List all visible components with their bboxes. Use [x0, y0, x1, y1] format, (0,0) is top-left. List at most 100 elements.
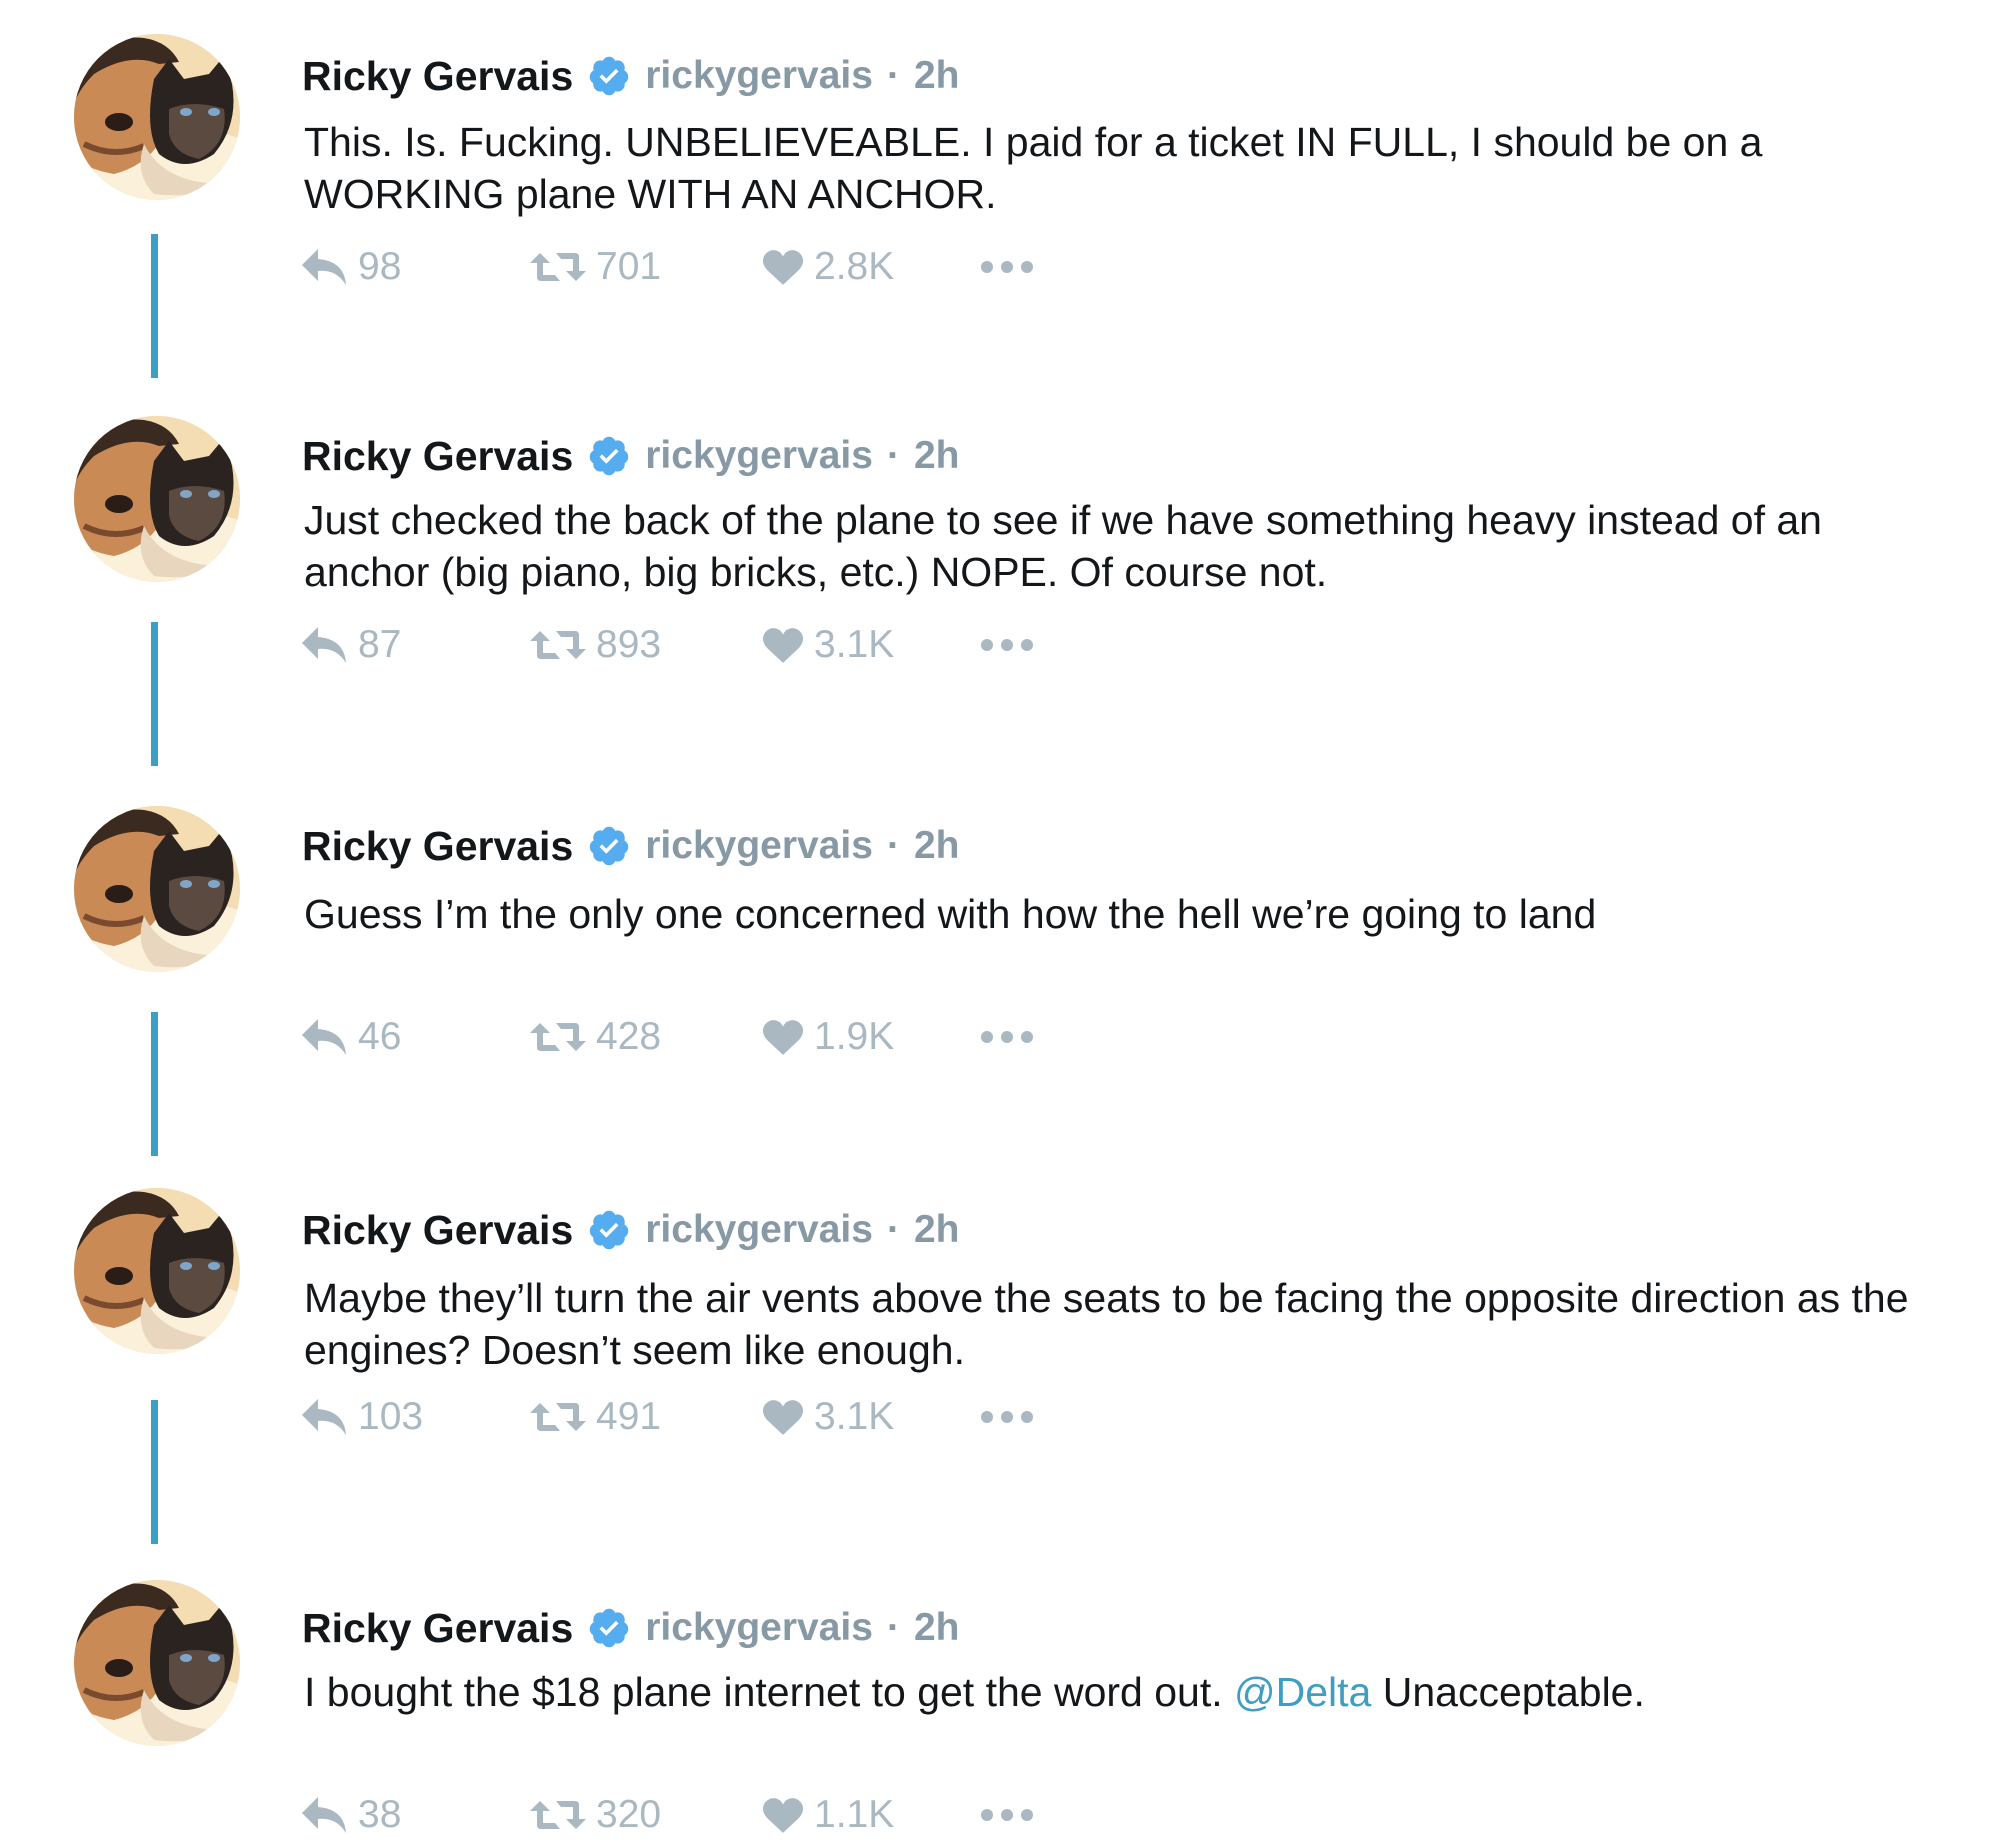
username[interactable]: rickygervais	[645, 54, 873, 98]
tweet-header: Ricky Gervais rickygervais · 2h	[302, 428, 959, 484]
tweet-text-part: Unacceptable.	[1371, 1669, 1645, 1715]
separator: ·	[886, 824, 900, 867]
reply-button[interactable]: 38	[300, 1790, 401, 1840]
display-name[interactable]: Ricky Gervais	[302, 433, 573, 480]
avatar[interactable]	[74, 806, 240, 972]
reply-icon	[300, 1397, 348, 1437]
username[interactable]: rickygervais	[645, 824, 873, 868]
username[interactable]: rickygervais	[645, 434, 873, 478]
reply-button[interactable]: 87	[300, 620, 401, 670]
more-button[interactable]	[980, 1790, 1034, 1840]
display-name[interactable]: Ricky Gervais	[302, 53, 573, 100]
display-name[interactable]: Ricky Gervais	[302, 1605, 573, 1652]
timestamp[interactable]: 2h	[914, 824, 960, 868]
heart-icon	[762, 626, 804, 664]
tweet-text: Guess I’m the only one concerned with ho…	[304, 891, 1597, 937]
separator: ·	[886, 1208, 900, 1251]
retweet-count: 893	[596, 623, 662, 666]
username[interactable]: rickygervais	[645, 1208, 873, 1252]
like-count: 3.1K	[814, 623, 895, 666]
timestamp[interactable]: 2h	[914, 434, 960, 478]
reply-button[interactable]: 46	[300, 1012, 401, 1062]
more-icon	[980, 1410, 1034, 1424]
timestamp[interactable]: 2h	[914, 54, 960, 98]
tweet-text: This. Is. Fucking. UNBELIEVEABLE. I paid…	[304, 119, 1763, 217]
action-bar: 98 701 2.8K	[300, 242, 1100, 292]
reply-count: 103	[358, 1395, 424, 1438]
tweet-text: Just checked the back of the plane to se…	[304, 497, 1822, 595]
retweet-icon	[530, 1019, 586, 1055]
thread-line	[151, 1400, 158, 1544]
retweet-icon	[530, 627, 586, 663]
verified-badge-icon	[587, 824, 631, 868]
heart-icon	[762, 1796, 804, 1834]
timestamp[interactable]: 2h	[914, 1606, 960, 1650]
heart-icon	[762, 1018, 804, 1056]
action-bar: 87 893 3.1K	[300, 620, 1100, 670]
thread-line	[151, 234, 158, 378]
more-icon	[980, 638, 1034, 652]
mention-link[interactable]: @Delta	[1234, 1669, 1371, 1715]
like-button[interactable]: 3.1K	[762, 1392, 894, 1442]
avatar[interactable]	[74, 416, 240, 582]
like-count: 1.9K	[814, 1015, 895, 1058]
like-count: 1.1K	[814, 1793, 895, 1836]
avatar[interactable]	[74, 1580, 240, 1746]
reply-count: 98	[358, 245, 402, 288]
more-icon	[980, 1808, 1034, 1822]
retweet-count: 320	[596, 1793, 662, 1836]
reply-icon	[300, 1017, 348, 1057]
tweet-header: Ricky Gervais rickygervais · 2h	[302, 1600, 959, 1656]
retweet-icon	[530, 1399, 586, 1435]
tweet-text-part: I bought the $18 plane internet to get t…	[304, 1669, 1235, 1715]
reply-icon	[300, 625, 348, 665]
action-bar: 38 320 1.1K	[300, 1790, 1100, 1840]
verified-badge-icon	[587, 434, 631, 478]
retweet-count: 701	[596, 245, 662, 288]
more-icon	[980, 1030, 1034, 1044]
tweet-text: Maybe they’ll turn the air vents above t…	[304, 1275, 1909, 1373]
verified-badge-icon	[587, 1606, 631, 1650]
more-button[interactable]	[980, 1392, 1034, 1442]
like-count: 3.1K	[814, 1395, 895, 1438]
retweet-button[interactable]: 428	[530, 1012, 661, 1062]
reply-icon	[300, 247, 348, 287]
like-count: 2.8K	[814, 245, 895, 288]
reply-button[interactable]: 103	[300, 1392, 423, 1442]
like-button[interactable]: 2.8K	[762, 242, 894, 292]
like-button[interactable]: 1.9K	[762, 1012, 894, 1062]
more-icon	[980, 260, 1034, 274]
display-name[interactable]: Ricky Gervais	[302, 823, 573, 870]
avatar[interactable]	[74, 1188, 240, 1354]
more-button[interactable]	[980, 620, 1034, 670]
retweet-button[interactable]: 491	[530, 1392, 661, 1442]
tweet-text: I bought the $18 plane internet to get t…	[304, 1666, 1944, 1718]
reply-count: 38	[358, 1793, 402, 1836]
action-bar: 46 428 1.9K	[300, 1012, 1100, 1062]
reply-count: 87	[358, 623, 402, 666]
retweet-icon	[530, 249, 586, 285]
tweet-header: Ricky Gervais rickygervais · 2h	[302, 48, 959, 104]
tweet-header: Ricky Gervais rickygervais · 2h	[302, 818, 959, 874]
separator: ·	[886, 54, 900, 97]
retweet-button[interactable]: 701	[530, 242, 661, 292]
retweet-button[interactable]: 893	[530, 620, 661, 670]
reply-icon	[300, 1795, 348, 1835]
like-button[interactable]: 3.1K	[762, 620, 894, 670]
verified-badge-icon	[587, 1208, 631, 1252]
retweet-count: 428	[596, 1015, 662, 1058]
reply-count: 46	[358, 1015, 402, 1058]
avatar[interactable]	[74, 34, 240, 200]
verified-badge-icon	[587, 54, 631, 98]
more-button[interactable]	[980, 1012, 1034, 1062]
more-button[interactable]	[980, 242, 1034, 292]
retweet-button[interactable]: 320	[530, 1790, 661, 1840]
separator: ·	[886, 434, 900, 477]
separator: ·	[886, 1606, 900, 1649]
tweet-header: Ricky Gervais rickygervais · 2h	[302, 1202, 959, 1258]
timestamp[interactable]: 2h	[914, 1208, 960, 1252]
reply-button[interactable]: 98	[300, 242, 401, 292]
display-name[interactable]: Ricky Gervais	[302, 1207, 573, 1254]
like-button[interactable]: 1.1K	[762, 1790, 894, 1840]
username[interactable]: rickygervais	[645, 1606, 873, 1650]
